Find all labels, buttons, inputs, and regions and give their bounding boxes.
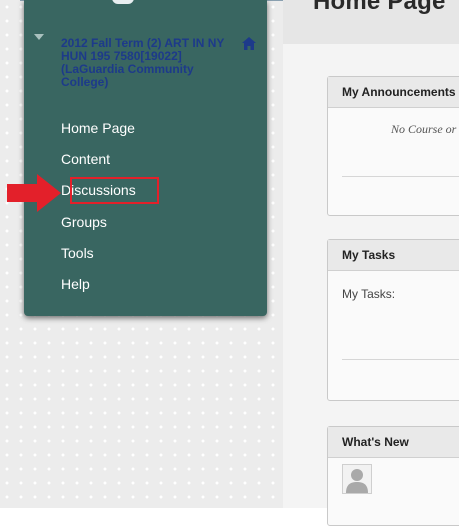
discussions-highlight [70,177,159,204]
nav-item-home-page[interactable]: Home Page [61,120,135,136]
nav-item-groups[interactable]: Groups [61,214,107,230]
page-title: Home Page [313,0,446,15]
nav-item-tools[interactable]: Tools [61,245,94,261]
home-icon[interactable] [242,37,256,55]
course-title[interactable]: 2012 Fall Term (2) ART IN NY HUN 195 758… [61,37,233,89]
nav-item-help[interactable]: Help [61,276,90,292]
module-header: My Tasks [328,240,459,271]
menu-handle[interactable] [112,0,134,4]
my-tasks-module: My Tasks My Tasks: [327,239,459,401]
pointer-arrow-icon [7,174,61,217]
module-divider [342,359,459,360]
module-header: What's New [328,427,459,458]
avatar-icon [342,464,372,494]
collapse-arrow-icon[interactable] [34,34,44,40]
module-divider [342,176,459,177]
module-header: My Announcements [328,77,459,108]
announcements-empty-text: No Course or O [390,122,459,136]
course-menu: 2012 Fall Term (2) ART IN NY HUN 195 758… [24,0,267,316]
my-announcements-module: My Announcements No Course or O [327,76,459,216]
whats-new-module: What's New [327,426,459,526]
tasks-text: My Tasks: [342,287,396,301]
nav-item-content[interactable]: Content [61,151,110,167]
